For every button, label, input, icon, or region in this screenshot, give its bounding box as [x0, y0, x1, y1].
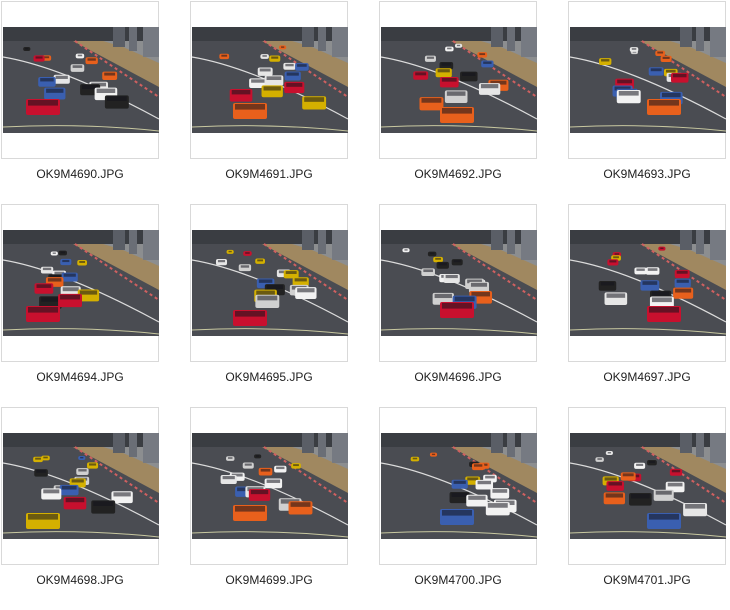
race-photo-thumbnail[interactable] [3, 27, 159, 133]
thumbnail-frame[interactable] [568, 407, 726, 565]
thumbnail-frame[interactable] [568, 204, 726, 362]
thumbnail-frame[interactable] [1, 407, 159, 565]
thumbnail-frame[interactable] [190, 1, 348, 159]
file-name-label[interactable]: OK9M4692.JPG [378, 167, 538, 181]
file-name-label[interactable]: OK9M4695.JPG [189, 370, 349, 384]
race-photo-thumbnail[interactable] [3, 230, 159, 336]
race-photo-thumbnail[interactable] [3, 433, 159, 539]
file-item[interactable]: OK9M4692.JPG [378, 1, 538, 191]
file-name-label[interactable]: OK9M4696.JPG [378, 370, 538, 384]
thumbnail-frame[interactable] [1, 204, 159, 362]
file-item[interactable]: OK9M4700.JPG [378, 407, 538, 597]
file-item[interactable]: OK9M4694.JPG [0, 204, 160, 394]
file-item[interactable]: OK9M4699.JPG [189, 407, 349, 597]
file-name-label[interactable]: OK9M4700.JPG [378, 573, 538, 587]
file-name-label[interactable]: OK9M4693.JPG [567, 167, 727, 181]
thumbnail-frame[interactable] [190, 407, 348, 565]
thumbnail-frame[interactable] [568, 1, 726, 159]
thumbnail-grid: OK9M4690.JPG OK9M4691.JPG OK9M4692.JPG O… [0, 0, 730, 610]
thumbnail-frame[interactable] [1, 1, 159, 159]
race-photo-thumbnail[interactable] [570, 27, 726, 133]
file-item[interactable]: OK9M4696.JPG [378, 204, 538, 394]
file-name-label[interactable]: OK9M4701.JPG [567, 573, 727, 587]
file-item[interactable]: OK9M4690.JPG [0, 1, 160, 191]
file-item[interactable]: OK9M4693.JPG [567, 1, 727, 191]
race-photo-thumbnail[interactable] [192, 433, 348, 539]
file-item[interactable]: OK9M4697.JPG [567, 204, 727, 394]
file-item[interactable]: OK9M4698.JPG [0, 407, 160, 597]
file-name-label[interactable]: OK9M4690.JPG [0, 167, 160, 181]
race-photo-thumbnail[interactable] [570, 433, 726, 539]
file-name-label[interactable]: OK9M4694.JPG [0, 370, 160, 384]
file-name-label[interactable]: OK9M4697.JPG [567, 370, 727, 384]
file-name-label[interactable]: OK9M4698.JPG [0, 573, 160, 587]
race-photo-thumbnail[interactable] [192, 230, 348, 336]
file-item[interactable]: OK9M4695.JPG [189, 204, 349, 394]
race-photo-thumbnail[interactable] [192, 27, 348, 133]
file-item[interactable]: OK9M4691.JPG [189, 1, 349, 191]
file-name-label[interactable]: OK9M4691.JPG [189, 167, 349, 181]
race-photo-thumbnail[interactable] [570, 230, 726, 336]
thumbnail-frame[interactable] [190, 204, 348, 362]
thumbnail-frame[interactable] [379, 1, 537, 159]
file-item[interactable]: OK9M4701.JPG [567, 407, 727, 597]
thumbnail-frame[interactable] [379, 407, 537, 565]
file-name-label[interactable]: OK9M4699.JPG [189, 573, 349, 587]
race-photo-thumbnail[interactable] [381, 433, 537, 539]
race-photo-thumbnail[interactable] [381, 230, 537, 336]
thumbnail-frame[interactable] [379, 204, 537, 362]
race-photo-thumbnail[interactable] [381, 27, 537, 133]
